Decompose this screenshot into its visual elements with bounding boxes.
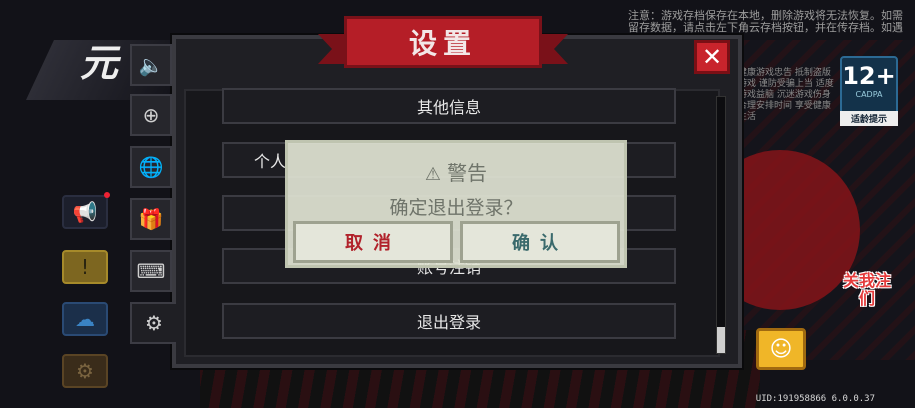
confirm-label: 确认 <box>512 233 568 254</box>
notification-dot <box>104 192 110 198</box>
cloud-icon: ☁ <box>75 307 95 331</box>
warning-icon: ⚠ <box>424 164 442 185</box>
confirm-button[interactable]: 确认 <box>460 221 620 263</box>
age-rating-org: CADPA <box>855 90 883 99</box>
settings-title: 设置 <box>408 27 477 60</box>
tab-sound[interactable]: 🔈 <box>130 44 172 86</box>
menu-item-label: 退出登录 <box>416 313 481 332</box>
tab-account[interactable]: ⚙ <box>130 302 176 344</box>
dialog-title: ⚠ 警告 <box>288 157 624 186</box>
menu-item-label: 个人 <box>254 152 287 171</box>
settings-title-banner: 设置 <box>318 12 568 74</box>
uid-label: UID:191958866 6.0.0.37 <box>755 394 875 404</box>
keyboard-icon: ⌨ <box>136 259 166 283</box>
dialog-message: 确定退出登录？ <box>389 197 523 219</box>
follow-us-button[interactable]: 关我注们 <box>842 272 892 314</box>
scrollbar-thumb[interactable] <box>717 327 725 353</box>
health-notice: 健康游戏忠告 抵制盗版游戏 谨防受骗上当 适度游戏益脑 沉迷游戏伤身 合理安排时… <box>738 68 834 122</box>
dialog-title-text: 警告 <box>447 161 488 185</box>
alert-button[interactable]: ! <box>62 250 108 284</box>
age-rating-number: 12+ <box>842 62 896 90</box>
announcement-button[interactable]: 📢 <box>62 195 108 229</box>
customer-service-button[interactable]: ☺ <box>756 328 806 370</box>
settings-gear-button[interactable]: ⚙ <box>62 354 108 388</box>
game-logo: 元 <box>80 41 118 85</box>
scrollbar-track[interactable] <box>716 96 726 354</box>
menu-logout[interactable]: 退出登录 <box>222 303 676 339</box>
close-button[interactable]: ✕ <box>694 40 730 74</box>
gear-icon: ⚙ <box>76 359 94 383</box>
close-icon: ✕ <box>701 43 723 71</box>
cancel-button[interactable]: 取消 <box>293 221 453 263</box>
account-settings-icon: ⚙ <box>145 311 163 335</box>
tab-controls[interactable]: ⊕ <box>130 94 172 136</box>
cloud-save-button[interactable]: ☁ <box>62 302 108 336</box>
tab-gift[interactable]: 🎁 <box>130 198 172 240</box>
exclamation-icon: ! <box>80 255 90 279</box>
cancel-label: 取消 <box>345 233 401 254</box>
gift-icon: 🎁 <box>138 207 164 231</box>
megaphone-icon: 📢 <box>72 200 98 224</box>
headset-icon: ☺ <box>769 336 793 362</box>
logout-confirm-dialog: ⚠ 警告 确定退出登录？ 取消 确认 <box>285 140 627 268</box>
title-plate: 设置 <box>344 16 542 68</box>
tab-language[interactable]: 🌐 <box>130 146 172 188</box>
menu-other-info[interactable]: 其他信息 <box>222 88 676 124</box>
menu-item-label: 其他信息 <box>416 98 481 117</box>
speaker-icon: 🔈 <box>138 53 164 77</box>
age-rating-tip: 适龄提示 <box>840 111 898 126</box>
globe-icon: 🌐 <box>138 155 164 179</box>
crosshair-icon: ⊕ <box>142 103 160 127</box>
age-rating-badge[interactable]: 12+ CADPA 适龄提示 <box>840 56 898 126</box>
tab-graphics[interactable]: ⌨ <box>130 250 172 292</box>
